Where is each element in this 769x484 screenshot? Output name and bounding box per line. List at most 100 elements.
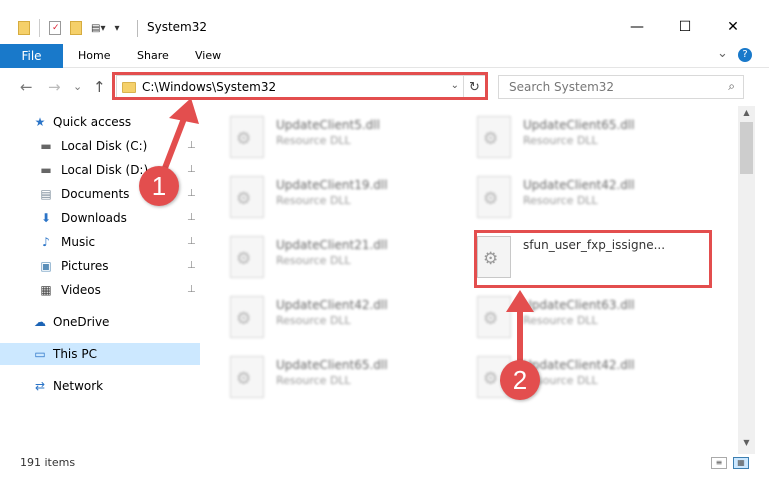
up-button[interactable]: ↑	[93, 78, 106, 96]
file-item[interactable]: UpdateClient21.dll Resource DLL	[230, 234, 440, 284]
file-name: UpdateClient5.dll	[276, 118, 380, 132]
help-icon[interactable]: ?	[738, 48, 752, 62]
file-description: Resource DLL	[523, 134, 598, 147]
close-button[interactable]: ✕	[710, 14, 756, 40]
ribbon: File Home Share View ⌄ ?	[0, 44, 769, 68]
download-icon: ⬇	[40, 211, 52, 225]
tab-file[interactable]: File	[0, 44, 63, 68]
file-name: UpdateClient63.dll	[523, 298, 635, 312]
divider	[39, 19, 40, 37]
file-item[interactable]: UpdateClient65.dll Resource DLL	[477, 114, 687, 164]
view-switcher: ≡ ▦	[711, 457, 749, 469]
file-item[interactable]: UpdateClient42.dll Resource DLL	[230, 294, 440, 344]
expand-ribbon-icon[interactable]: ⌄	[717, 46, 728, 61]
dll-file-icon	[230, 176, 264, 218]
sidebar-item[interactable]: ♪ Music ⊥	[0, 231, 200, 253]
pin-icon: ⊥	[187, 284, 196, 295]
details-view-icon[interactable]: ≡	[711, 457, 727, 469]
sidebar-item-label: Documents	[61, 187, 130, 201]
divider	[137, 20, 138, 37]
tab-home[interactable]: Home	[78, 49, 110, 62]
vertical-scrollbar[interactable]: ▲ ▼	[738, 106, 755, 454]
file-item[interactable]: UpdateClient5.dll Resource DLL	[230, 114, 440, 164]
sidebar-item[interactable]: ⇄ Network	[0, 375, 200, 397]
file-highlight-box	[474, 230, 712, 288]
window-title: System32	[147, 20, 208, 34]
scroll-up-icon[interactable]: ▲	[738, 108, 755, 122]
sidebar-item[interactable]: ⬇ Downloads ⊥	[0, 207, 200, 229]
recent-locations-button[interactable]: ⌄	[73, 80, 82, 93]
search-input[interactable]: Search System32 ⌕	[498, 75, 744, 99]
pin-icon: ⊥	[187, 260, 196, 271]
sidebar-item[interactable]: ▭ This PC	[0, 343, 200, 365]
customize-toolbar-icon[interactable]: ▤▾	[91, 23, 105, 34]
toolbar-dropdown-icon[interactable]: ▾	[114, 23, 119, 34]
address-highlight-box	[112, 72, 488, 100]
tiles-view-icon[interactable]: ▦	[733, 457, 749, 469]
documents-icon: ▤	[40, 187, 52, 201]
file-description: Resource DLL	[523, 314, 598, 327]
file-description: Resource DLL	[276, 194, 351, 207]
sidebar-item[interactable]: ▬ Local Disk (C:) ⊥	[0, 135, 200, 157]
sidebar-item[interactable]: ★ Quick access	[0, 111, 200, 133]
sidebar-item[interactable]: ☁ OneDrive	[0, 311, 200, 333]
sidebar-item-label: Network	[53, 379, 104, 393]
sidebar-item-label: Videos	[61, 283, 101, 297]
sidebar-item-label: Local Disk (C:)	[61, 139, 148, 153]
tab-share[interactable]: Share	[137, 49, 169, 62]
file-name: UpdateClient19.dll	[276, 178, 388, 192]
sidebar-item-label: Downloads	[61, 211, 127, 225]
step-2-marker: 2	[500, 360, 540, 400]
sidebar-item-label: Pictures	[61, 259, 109, 273]
pin-icon: ⊥	[187, 140, 196, 151]
dll-file-icon	[230, 236, 264, 278]
file-item[interactable]: UpdateClient19.dll Resource DLL	[230, 174, 440, 224]
file-item[interactable]: UpdateClient65.dll Resource DLL	[230, 354, 440, 404]
dll-file-icon	[230, 356, 264, 398]
file-item[interactable]: UpdateClient42.dll Resource DLL	[477, 174, 687, 224]
sidebar-item[interactable]: ▣ Pictures ⊥	[0, 255, 200, 277]
minimize-button[interactable]: —	[614, 14, 660, 40]
file-name: UpdateClient42.dll	[523, 178, 635, 192]
network-icon: ⇄	[34, 379, 46, 393]
navigation-pane: ★ Quick access ▬ Local Disk (C:) ⊥ ▬ Local Dis…	[0, 110, 205, 450]
sidebar-item-label: Quick access	[53, 115, 132, 129]
pin-icon: ⊥	[187, 164, 196, 175]
file-item[interactable]: UpdateClient63.dll Resource DLL	[477, 294, 687, 344]
pin-icon: ⊥	[187, 236, 196, 247]
sidebar-item[interactable]: ▦ Videos ⊥	[0, 279, 200, 301]
pin-icon: ⊥	[187, 188, 196, 199]
forward-button[interactable]: →	[48, 78, 61, 96]
search-icon[interactable]: ⌕	[728, 79, 735, 94]
drive-icon: ▬	[40, 163, 52, 177]
file-description: Resource DLL	[276, 314, 351, 327]
videos-icon: ▦	[40, 283, 52, 297]
file-description: Resource DLL	[276, 254, 351, 267]
quick-access-toolbar: ✓ ▤▾ ▾	[18, 19, 120, 37]
dll-file-icon	[477, 296, 511, 338]
onedrive-icon: ☁	[34, 315, 46, 329]
new-folder-icon[interactable]	[70, 21, 82, 35]
status-bar: 191 items ≡ ▦	[0, 454, 769, 484]
maximize-button[interactable]: ☐	[662, 14, 708, 40]
step-1-marker: 1	[139, 166, 179, 206]
file-description: Resource DLL	[276, 374, 351, 387]
scroll-thumb[interactable]	[740, 122, 753, 174]
title-bar: ✓ ▤▾ ▾ System32 — ☐ ✕	[0, 0, 769, 40]
dll-file-icon	[230, 116, 264, 158]
dll-file-icon	[477, 116, 511, 158]
dll-file-icon	[230, 296, 264, 338]
search-placeholder: Search System32	[509, 80, 615, 94]
sidebar-item-label: Music	[61, 235, 96, 249]
sidebar-item-label: This PC	[53, 347, 97, 361]
music-icon: ♪	[42, 235, 50, 249]
pin-icon: ⊥	[187, 212, 196, 223]
file-name: UpdateClient65.dll	[276, 358, 388, 372]
drive-icon: ▬	[40, 139, 52, 153]
back-button[interactable]: ←	[20, 78, 33, 96]
sidebar-item-label: OneDrive	[53, 315, 110, 329]
scroll-down-icon[interactable]: ▼	[738, 438, 755, 452]
tab-view[interactable]: View	[195, 49, 221, 62]
file-description: Resource DLL	[276, 134, 351, 147]
properties-icon[interactable]: ✓	[49, 21, 61, 35]
